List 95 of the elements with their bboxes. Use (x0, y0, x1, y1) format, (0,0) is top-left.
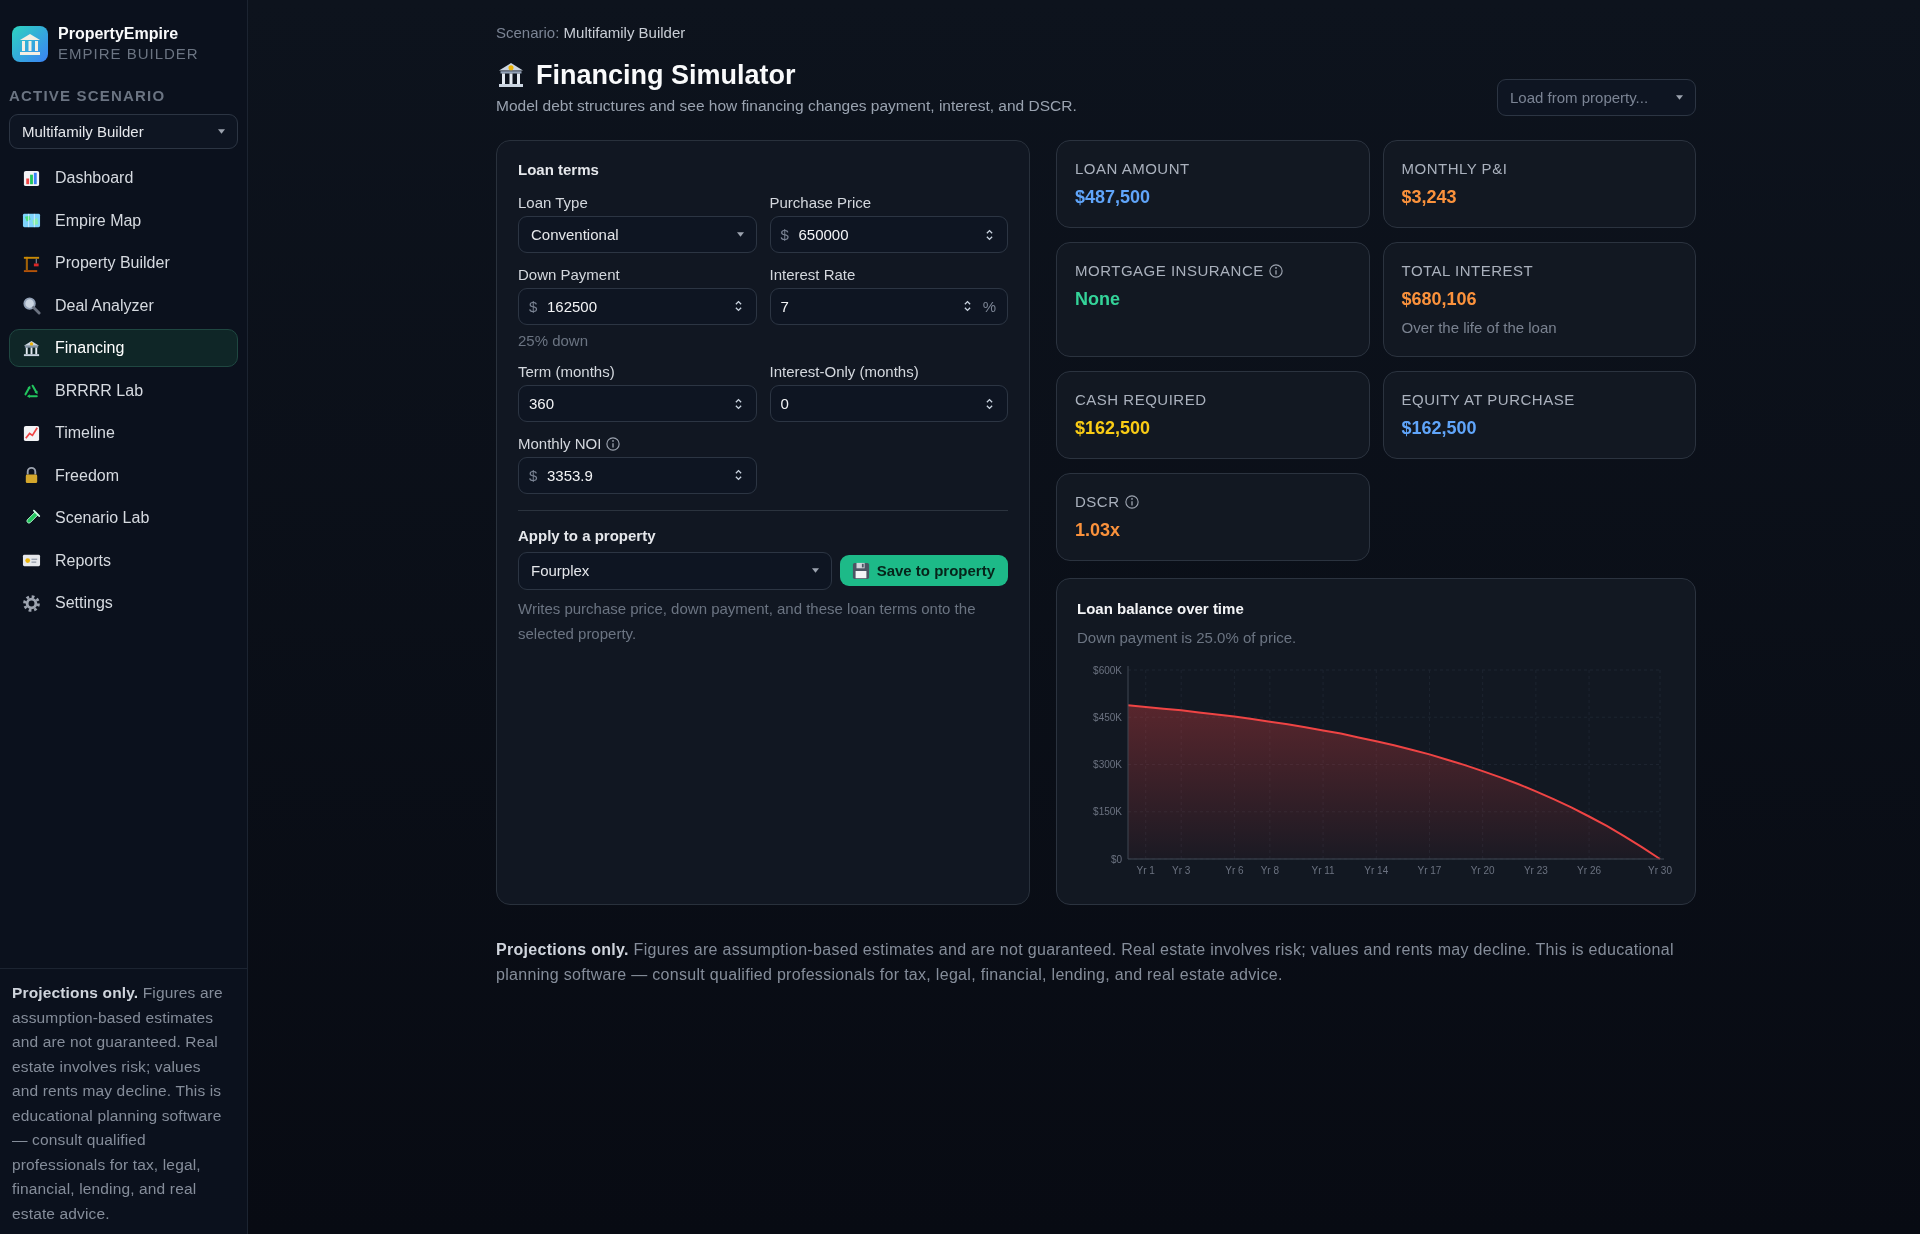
info-icon[interactable] (606, 436, 621, 451)
nav-item[interactable]: Scenario Lab (9, 499, 238, 537)
stat-label: MORTGAGE INSURANCE (1075, 261, 1264, 281)
map-icon (22, 211, 41, 230)
chart-title: Loan balance over time (1077, 599, 1245, 619)
caret-icon (811, 568, 819, 573)
bank-icon (22, 338, 41, 358)
field-label: Monthly NOI (518, 433, 602, 454)
currency-symbol: $ (529, 296, 538, 317)
axis-tick-label: Yr 1 (1136, 865, 1155, 876)
stat-note: Over the life of the loan (1401, 318, 1557, 338)
property-select[interactable]: Fourplex (518, 551, 832, 590)
stat-label: EQUITY AT PURCHASE (1401, 390, 1575, 410)
axis-tick-label: $0 (1110, 853, 1122, 865)
disclaimer-text: Projections only. Figures are assumption-based estimates and are not guaranteed. Real estate involves risk; values and rents may decline. This is educational planning software — consult qualified professionals for tax, legal, financial, lending, and real estate advice. (0, 968, 247, 1234)
nav-item[interactable]: Financing (9, 329, 238, 367)
axis-tick-label: Yr 26 (1577, 865, 1601, 876)
axis-tick-label: $300K (1093, 759, 1122, 770)
stat-label: DSCR (1075, 492, 1120, 512)
axis-tick-label: $600K (1093, 664, 1122, 676)
axis-tick-label: Yr 6 (1225, 865, 1244, 876)
app-name: PropertyEmpire (58, 24, 180, 44)
stat-value: $162,500 (1401, 417, 1477, 440)
nav-item[interactable]: Settings (9, 584, 238, 622)
app-tagline: EMPIRE BUILDER (58, 44, 199, 64)
field-label: Interest Rate (769, 264, 856, 285)
stepper-icon[interactable] (733, 396, 743, 411)
stat-label: CASH REQUIRED (1075, 390, 1207, 410)
stat-value: $680,106 (1401, 288, 1477, 311)
stat-value: $487,500 (1075, 186, 1151, 209)
axis-tick-label: Yr 14 (1364, 865, 1389, 876)
axis-tick-label: Yr 8 (1260, 865, 1280, 876)
caret-icon (218, 129, 225, 134)
stat-value: None (1075, 288, 1120, 311)
caret-icon (736, 232, 744, 237)
axis-tick-label: Yr 11 (1311, 865, 1335, 876)
stepper-icon[interactable] (963, 299, 972, 313)
scenario-breadcrumb: Scenario: Multifamily Builder (496, 23, 687, 43)
settings-icon (22, 593, 41, 613)
panel-title: Loan terms (518, 160, 600, 180)
number-input[interactable]: 0 (769, 385, 1008, 422)
info-icon[interactable] (1124, 495, 1139, 509)
loan-type-select[interactable]: Conventional (518, 216, 757, 253)
unit-symbol: % (982, 296, 996, 317)
section-label: ACTIVE SCENARIO (9, 86, 166, 106)
nav-item[interactable]: Deal Analyzer (9, 286, 238, 325)
save-button[interactable]: Save to property (839, 555, 1008, 586)
search-icon (22, 296, 41, 315)
logo-icon (12, 26, 48, 62)
axis-tick-label: Yr 23 (1523, 865, 1548, 876)
nav-item[interactable]: Reports (9, 541, 238, 580)
help-text: Writes purchase price, down payment, and these loan terms onto the selected property. (518, 598, 977, 644)
bank-icon (496, 60, 526, 90)
stat-value: 1.03x (1075, 519, 1121, 542)
field-label: Down Payment (518, 264, 620, 285)
currency-symbol: $ (529, 465, 538, 486)
page-title: Financing Simulator (536, 59, 796, 92)
field-label: Purchase Price (769, 193, 872, 213)
field-hint: 25% down (518, 330, 590, 351)
currency-symbol: $ (780, 225, 789, 245)
axis-tick-label: Yr 17 (1417, 865, 1442, 876)
axis-tick-label: Yr 3 (1172, 865, 1191, 876)
stat-label: MONTHLY P&I (1401, 159, 1508, 179)
nav-item[interactable]: Dashboard (9, 159, 238, 197)
load-property-select[interactable]: Load from property... (1497, 79, 1696, 116)
stat-label: LOAN AMOUNT (1075, 159, 1190, 179)
page-subtitle: Model debt structures and see how financing changes payment, interest, and DSCR. (496, 96, 1077, 116)
nav-item[interactable]: Timeline (9, 414, 238, 452)
stepper-icon[interactable] (985, 396, 994, 411)
axis-tick-label: $450K (1093, 711, 1122, 723)
stat-value: $162,500 (1075, 417, 1151, 440)
section-title: Apply to a property (518, 525, 657, 546)
axis-tick-label: Yr 20 (1470, 865, 1495, 876)
chart-subtitle: Down payment is 25.0% of price. (1077, 628, 1298, 648)
disclaimer-text: Projections only. Figures are assumption-based estimates and are not guaranteed. Real estate involves risk; values and rents may decline. This is educational planning software — consult qualified professionals for tax, legal, financial, lending, and real estate advice. (496, 940, 1675, 985)
field-label: Loan Type (518, 193, 588, 213)
axis-tick-label: Yr 30 (1648, 865, 1672, 876)
nav-item[interactable]: Empire Map (9, 201, 238, 240)
field-label: Term (months) (518, 362, 615, 382)
caret-icon (1676, 95, 1683, 100)
stat-value: $3,243 (1401, 186, 1457, 209)
nav-item[interactable]: Property Builder (9, 244, 238, 282)
info-icon[interactable] (1268, 264, 1283, 278)
number-input[interactable]: 360 (518, 385, 757, 422)
axis-tick-label: $150K (1093, 806, 1122, 818)
stat-label: TOTAL INTEREST (1401, 261, 1534, 281)
nav-item[interactable]: BRRRR Lab (9, 371, 238, 410)
stepper-icon[interactable] (733, 299, 743, 313)
nav-item[interactable]: Freedom (9, 456, 238, 495)
field-label: Interest-Only (months) (769, 362, 919, 382)
stepper-icon[interactable] (985, 227, 994, 242)
line-chart-icon (22, 423, 41, 443)
stepper-icon[interactable] (733, 468, 743, 482)
scenario-select[interactable]: Multifamily Builder (9, 114, 238, 149)
bar-chart-icon (22, 168, 41, 188)
